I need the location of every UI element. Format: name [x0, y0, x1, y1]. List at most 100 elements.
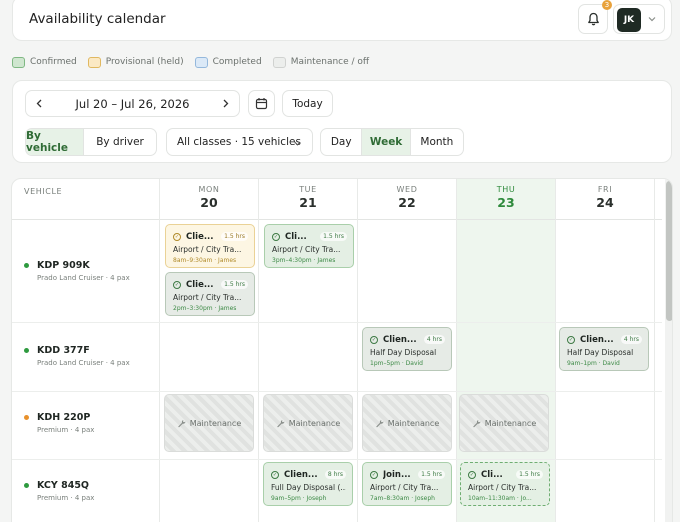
- view-by-toggle: By vehicle By driver: [25, 128, 157, 156]
- column-divider: [654, 179, 655, 522]
- column-divider: [456, 179, 457, 522]
- booking-card[interactable]: ✓ Cli... 1.5 hrs Airport / City Tra... 10a…: [460, 462, 550, 506]
- booking-duration: 1.5 hrs: [221, 232, 248, 241]
- vertical-scrollbar[interactable]: [665, 179, 672, 522]
- booking-service: Airport / City Tra...: [272, 245, 341, 254]
- tab-by-vehicle[interactable]: By vehicle: [26, 129, 85, 155]
- legend-confirmed: Confirmed: [12, 56, 77, 68]
- booking-duration: 1.5 hrs: [320, 232, 347, 241]
- row-divider: [12, 459, 662, 460]
- day-of-week: WED: [396, 185, 418, 194]
- check-circle-icon: ✓: [370, 335, 378, 344]
- booking-client: Clien...: [284, 469, 318, 480]
- vehicle-meta: Premium · 4 pax: [37, 426, 95, 434]
- availability-grid: VEHICLE MON 20 TUE 21 WED 22 THU 23 FRI …: [11, 178, 673, 522]
- date-range-navigator: Jul 20 – Jul 26, 2026: [25, 90, 240, 117]
- day-number: 23: [497, 195, 515, 210]
- booking-duration: 4 hrs: [423, 335, 445, 344]
- wrench-icon: [375, 419, 384, 427]
- vehicle-plate: KCY 845Q: [37, 480, 89, 491]
- booking-card[interactable]: ✓ Join... 1.5 hrs Airport / City Tra... 7a…: [362, 462, 452, 506]
- booking-card[interactable]: ✓ Clie... 1.5 hrs Airport / City Tra... 8a…: [165, 224, 255, 268]
- vehicle-meta: Prado Land Cruiser · 4 pax: [37, 274, 130, 282]
- tab-month[interactable]: Month: [411, 129, 463, 155]
- legend-swatch: [87, 56, 101, 68]
- user-menu-button[interactable]: JK: [613, 4, 665, 34]
- vehicle-row-header[interactable]: KDP 909K Prado Land Cruiser · 4 pax: [24, 260, 130, 282]
- page-header: Availability calendar 3 JK: [12, 0, 672, 41]
- vehicle-row-header[interactable]: KDD 377F Prado Land Cruiser · 4 pax: [24, 345, 130, 367]
- status-dot: [24, 483, 29, 488]
- legend-label: Provisional (held): [105, 57, 184, 67]
- booking-card[interactable]: ✓ Clien... 4 hrs Half Day Disposal 1pm–5pm…: [362, 327, 452, 371]
- header-divider: [12, 219, 662, 220]
- vehicle-meta: Prado Land Cruiser · 4 pax: [37, 359, 130, 367]
- status-dot: [24, 348, 29, 353]
- vehicle-row-header[interactable]: KDH 220P Premium · 4 pax: [24, 412, 94, 434]
- day-of-week: FRI: [597, 185, 613, 194]
- vehicle-class-dropdown[interactable]: All classes · 15 vehicles: [166, 128, 313, 156]
- bell-icon: [587, 12, 599, 26]
- check-circle-icon: ✓: [173, 280, 181, 289]
- column-divider: [555, 179, 556, 522]
- check-circle-icon: ✓: [567, 335, 575, 344]
- booking-client: Clie...: [186, 231, 214, 242]
- booking-service: Airport / City Tra...: [468, 483, 537, 492]
- tab-week[interactable]: Week: [362, 129, 411, 155]
- day-number: 24: [596, 195, 614, 210]
- status-dot: [24, 263, 29, 268]
- date-picker-button[interactable]: [248, 90, 275, 117]
- day-number: 21: [299, 195, 317, 210]
- booking-card[interactable]: ✓ Clien... 8 hrs Full Day Disposal (... 9a…: [263, 462, 353, 506]
- maintenance-block[interactable]: Maintenance: [263, 394, 353, 452]
- wrench-icon: [276, 419, 285, 427]
- legend: Confirmed Provisional (held) Completed M…: [12, 55, 380, 69]
- notification-badge: 3: [602, 0, 612, 10]
- check-circle-icon: ✓: [271, 470, 279, 479]
- vehicle-column-header: VEHICLE: [24, 187, 63, 196]
- tab-day[interactable]: Day: [321, 129, 363, 155]
- day-header-tue[interactable]: TUE 21: [258, 179, 357, 219]
- legend-completed: Completed: [194, 56, 262, 68]
- notifications-button[interactable]: 3: [578, 0, 612, 34]
- check-circle-icon: ✓: [173, 232, 181, 241]
- calendar-toolbar: Jul 20 – Jul 26, 2026 Today By vehicle B…: [12, 80, 672, 163]
- booking-service: Airport / City Tra...: [173, 245, 242, 254]
- vehicle-plate: KDH 220P: [37, 412, 91, 423]
- day-of-week: MON: [198, 185, 220, 194]
- vehicle-plate: KDD 377F: [37, 345, 90, 356]
- day-header-wed[interactable]: WED 22: [357, 179, 456, 219]
- maintenance-block[interactable]: Maintenance: [459, 394, 549, 452]
- day-number: 20: [200, 195, 218, 210]
- chevron-right-icon[interactable]: [220, 98, 231, 109]
- maintenance-label: Maintenance: [387, 418, 440, 428]
- booking-duration: 1.5 hrs: [221, 280, 248, 289]
- booking-time: 9am–1pm · David: [567, 360, 620, 367]
- scrollbar-thumb[interactable]: [666, 181, 672, 321]
- day-header-thu[interactable]: THU 23: [456, 179, 555, 219]
- booking-duration: 1.5 hrs: [418, 470, 445, 479]
- maintenance-block[interactable]: Maintenance: [362, 394, 452, 452]
- day-header-fri[interactable]: FRI 24: [555, 179, 654, 219]
- legend-label: Confirmed: [30, 57, 77, 67]
- column-divider: [357, 179, 358, 522]
- vehicle-meta: Premium · 4 pax: [37, 494, 95, 502]
- tab-by-driver[interactable]: By driver: [84, 129, 156, 155]
- booking-card[interactable]: ✓ Clien... 4 hrs Half Day Disposal 9am–1pm…: [559, 327, 649, 371]
- vehicle-row-header[interactable]: KCY 845Q Premium · 4 pax: [24, 480, 94, 502]
- legend-label: Completed: [212, 57, 262, 67]
- maintenance-label: Maintenance: [484, 418, 537, 428]
- maintenance-label: Maintenance: [288, 418, 341, 428]
- booking-client: Clien...: [383, 334, 417, 345]
- today-button[interactable]: Today: [282, 90, 333, 117]
- page-title: Availability calendar: [29, 11, 166, 27]
- maintenance-block[interactable]: Maintenance: [164, 394, 254, 452]
- booking-card[interactable]: ✓ Cli... 1.5 hrs Airport / City Tra... 3pm…: [264, 224, 354, 268]
- booking-card[interactable]: ✓ Clie... 1.5 hrs Airport / City Tra... 2p…: [165, 272, 255, 316]
- day-header-mon[interactable]: MON 20: [159, 179, 258, 219]
- chevron-left-icon[interactable]: [34, 98, 45, 109]
- booking-duration: 8 hrs: [324, 470, 346, 479]
- legend-label: Maintenance / off: [290, 57, 370, 67]
- row-divider: [12, 391, 662, 392]
- avatar: JK: [617, 8, 641, 32]
